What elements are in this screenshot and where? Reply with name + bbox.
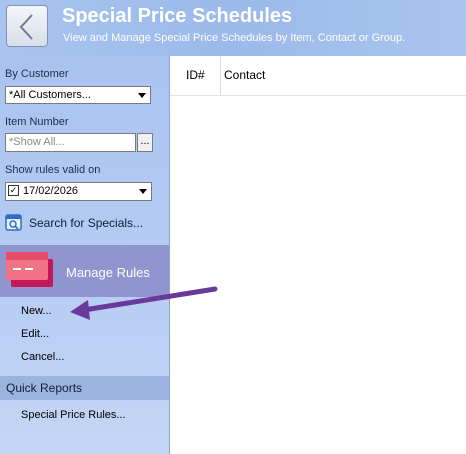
search-window-icon <box>5 214 22 231</box>
quick-reports-title: Quick Reports <box>6 381 83 395</box>
back-arrow-icon <box>19 14 33 40</box>
column-header-contact[interactable]: Contact <box>224 68 265 105</box>
page-subtitle: View and Manage Special Price Schedules … <box>63 32 406 44</box>
dropdown-arrow-icon <box>138 93 146 98</box>
cancel-rule-link[interactable]: Cancel... <box>21 351 64 363</box>
dropdown-arrow-icon <box>139 189 147 194</box>
item-lookup-button[interactable]: ... <box>137 133 153 152</box>
search-specials-label: Search for Specials... <box>29 216 144 230</box>
date-value: 17/02/2026 <box>23 185 79 197</box>
new-rule-link[interactable]: New... <box>21 305 52 317</box>
sidebar-divider <box>169 56 170 454</box>
date-picker[interactable]: ✓ 17/02/2026 <box>5 182 152 201</box>
column-separator <box>220 56 221 95</box>
edit-rule-link[interactable]: Edit... <box>21 328 49 340</box>
annotation-arrow-icon <box>70 286 218 320</box>
item-number-label: Item Number <box>5 116 69 128</box>
date-filter-label: Show rules valid on <box>5 164 101 176</box>
column-header-id[interactable]: ID# <box>186 68 205 105</box>
page-title: Special Price Schedules <box>62 5 293 27</box>
item-number-input[interactable]: *Show All... <box>5 133 136 152</box>
manage-rules-title: Manage Rules <box>66 265 150 280</box>
price-tags-icon <box>6 252 53 287</box>
customer-filter-label: By Customer <box>5 68 69 80</box>
customer-select-value: *All Customers... <box>9 89 91 101</box>
date-enable-checkbox[interactable]: ✓ <box>8 185 19 196</box>
header-row-border <box>170 95 466 96</box>
customer-select[interactable]: *All Customers... <box>5 86 151 104</box>
title-bar: Special Price Schedules View and Manage … <box>0 0 466 56</box>
special-price-rules-report-link[interactable]: Special Price Rules... <box>21 409 126 421</box>
quick-reports-header: Quick Reports <box>0 376 169 400</box>
item-number-placeholder: *Show All... <box>9 136 65 148</box>
back-button[interactable] <box>6 5 48 47</box>
